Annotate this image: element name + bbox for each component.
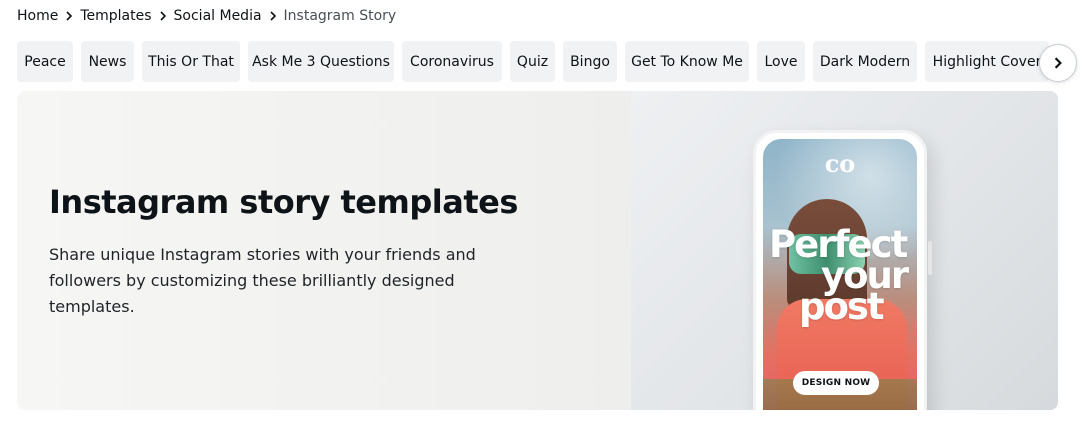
- chevron-right-icon: [152, 11, 174, 21]
- breadcrumb-current: Instagram Story: [283, 8, 397, 24]
- category-chips: Peace News This Or That Ask Me 3 Questio…: [17, 41, 1062, 82]
- phone-screen: co Perfect your post DESIGN NOW: [763, 139, 917, 410]
- chip-quiz[interactable]: Quiz: [510, 41, 555, 82]
- chip-peace[interactable]: Peace: [17, 41, 73, 82]
- scroll-right-button[interactable]: [1039, 44, 1077, 82]
- chip-highlight-cover[interactable]: Highlight Cover: [925, 41, 1049, 82]
- chip-coronavirus[interactable]: Coronavirus: [402, 41, 502, 82]
- chip-get-to-know-me[interactable]: Get To Know Me: [625, 41, 749, 82]
- chip-dark-modern[interactable]: Dark Modern: [813, 41, 917, 82]
- chip-love[interactable]: Love: [757, 41, 805, 82]
- breadcrumb-home[interactable]: Home: [17, 8, 58, 24]
- breadcrumb-social-media[interactable]: Social Media: [174, 8, 262, 24]
- phone-side-button: [928, 241, 932, 275]
- chevron-right-icon: [58, 11, 80, 21]
- chip-ask-me-3-questions[interactable]: Ask Me 3 Questions: [248, 41, 394, 82]
- hero-image: co Perfect your post DESIGN NOW: [631, 91, 1058, 410]
- story-headline: Perfect your post: [769, 226, 917, 325]
- brand-logo: co: [824, 149, 856, 178]
- chip-this-or-that[interactable]: This Or That: [142, 41, 240, 82]
- chevron-right-icon: [262, 11, 284, 21]
- hero-banner: Instagram story templates Share unique I…: [17, 91, 1058, 410]
- breadcrumb: Home Templates Social Media Instagram St…: [17, 5, 396, 27]
- design-now-button: DESIGN NOW: [793, 371, 879, 395]
- chip-news[interactable]: News: [81, 41, 134, 82]
- hero-description: Share unique Instagram stories with your…: [49, 245, 476, 316]
- chevron-right-icon: [1052, 54, 1064, 73]
- breadcrumb-templates[interactable]: Templates: [80, 8, 151, 24]
- chip-bingo[interactable]: Bingo: [563, 41, 617, 82]
- hero-title: Instagram story templates: [49, 183, 518, 221]
- phone-mockup: co Perfect your post DESIGN NOW: [753, 130, 932, 410]
